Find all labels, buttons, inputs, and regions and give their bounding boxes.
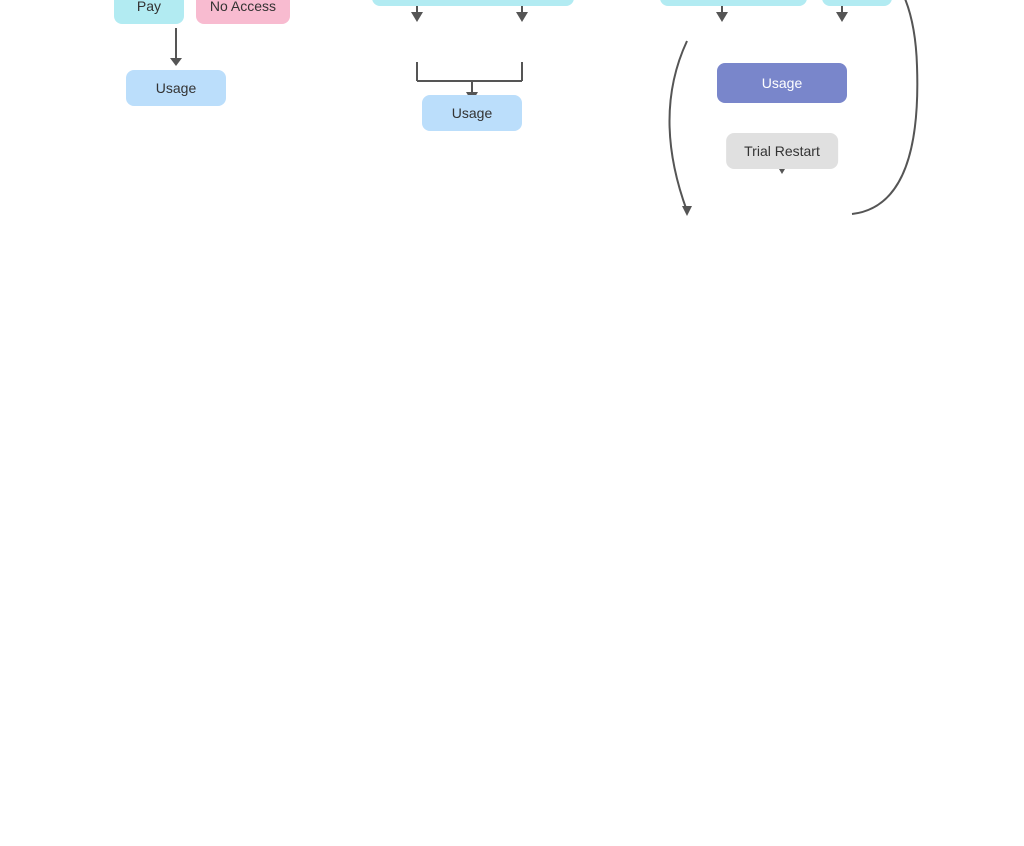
trial-column: Trial Trial-End 15% Pay No Access Usage <box>102 0 302 106</box>
freemium-continue-box: Continue Freemium <box>427 0 574 6</box>
trial-options-row: Pay No Access <box>114 0 290 24</box>
rt-restart-box: Trial Restart <box>726 133 838 169</box>
rt-usage-box: Usage <box>717 63 847 103</box>
trial-pay-box: Pay <box>114 0 184 24</box>
freemium-column: Freemium 5% 25% <box>362 0 582 616</box>
trial-usage-box: Usage <box>126 70 226 106</box>
trial-no-access-box: No Access <box>196 0 290 24</box>
rt-continue-box: Continue Freemium <box>660 0 807 6</box>
freemium-usage-box: Usage <box>422 95 522 131</box>
rt-svg-arrows: 25% 15% <box>632 0 932 346</box>
reverse-trial-column: Reverse Trial 25% 15% <box>642 0 922 826</box>
rt-pay-box: Pay <box>822 0 892 6</box>
diagram-container: Trial Trial-End 15% Pay No Access Usage … <box>0 0 1024 846</box>
